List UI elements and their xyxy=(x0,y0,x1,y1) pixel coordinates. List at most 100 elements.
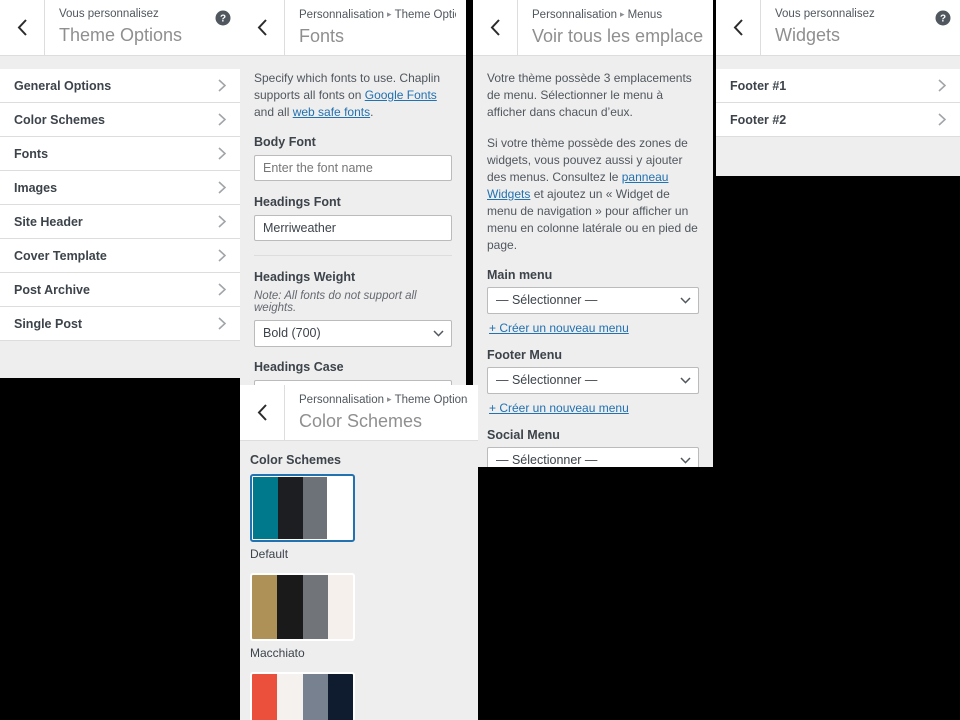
panel-theme-options: Vous personnalisez Theme Options ? Gener… xyxy=(0,0,240,378)
headings-weight-value: Bold (700) xyxy=(254,320,452,347)
panel-body: Footer #1 Footer #2 xyxy=(716,56,960,176)
desc-text-3: . xyxy=(370,105,374,119)
sidebar-item-general-options[interactable]: General Options xyxy=(0,69,240,103)
breadcrumb-root: Personnalisation xyxy=(299,9,385,21)
svg-text:?: ? xyxy=(940,14,946,25)
panel-body: General Options Color Schemes Fonts Imag… xyxy=(0,56,240,378)
section-widget-areas: Footer #1 Footer #2 xyxy=(716,56,960,137)
help-button[interactable]: ? xyxy=(926,0,960,55)
breadcrumb-root: Personnalisation xyxy=(532,9,618,21)
create-footer-menu-link[interactable]: + Créer un nouveau menu xyxy=(489,401,629,415)
panel-header-text: Vous personnalisez Theme Options xyxy=(45,0,206,55)
color-swatch[interactable] xyxy=(250,672,355,720)
panel-fonts: Personnalisation▸Theme Options Fonts Spe… xyxy=(240,0,466,390)
sidebar-item-color-schemes[interactable]: Color Schemes xyxy=(0,103,240,137)
footer-menu-select[interactable]: — Sélectionner — xyxy=(487,367,699,394)
sidebar-item-footer-2[interactable]: Footer #2 xyxy=(716,103,960,137)
panel-widgets: Vous personnalisez Widgets ? Footer #1 F… xyxy=(716,0,960,176)
nav-row-label: Single Post xyxy=(14,316,83,331)
web-safe-fonts-link[interactable]: web safe fonts xyxy=(293,105,370,119)
google-fonts-link[interactable]: Google Fonts xyxy=(365,88,437,102)
breadcrumb-parent: Theme Options xyxy=(394,394,468,406)
color-swatch[interactable] xyxy=(250,474,355,542)
chevron-left-icon xyxy=(257,19,267,36)
chevron-right-icon xyxy=(938,79,946,92)
panel-body: Color Schemes Default Macchiato xyxy=(240,441,478,720)
swatch-band-1 xyxy=(252,575,278,639)
sidebar-item-images[interactable]: Images xyxy=(0,171,240,205)
breadcrumb-parent: Menus xyxy=(627,9,663,21)
back-button[interactable] xyxy=(240,385,285,440)
headings-weight-label: Headings Weight xyxy=(254,270,356,284)
breadcrumb: Vous personnalisez xyxy=(775,7,916,22)
sidebar-item-site-header[interactable]: Site Header xyxy=(0,205,240,239)
panel-body: Specify which fonts to use. Chaplin supp… xyxy=(240,56,466,390)
breadcrumb: Vous personnalisez xyxy=(59,7,196,22)
social-menu-select[interactable]: — Sélectionner — xyxy=(487,447,699,467)
breadcrumb-separator-icon: ▸ xyxy=(387,9,392,19)
main-menu-label: Main menu xyxy=(487,268,553,282)
swatch-band-4 xyxy=(327,575,353,639)
headings-case-label: Headings Case xyxy=(254,360,344,374)
panel-color-schemes: Personnalisation ▸ Theme Options Color Sch… xyxy=(240,385,478,720)
menus-description-1: Votre thème possède 3 emplacements de me… xyxy=(487,71,692,119)
panel-header-text: Personnalisation ▸ Theme Options Color Sch… xyxy=(285,385,478,440)
color-scheme-name: Macchiato xyxy=(250,646,305,660)
body-font-input[interactable] xyxy=(254,155,452,181)
swatch-band-2 xyxy=(277,575,303,639)
chevron-left-icon xyxy=(17,19,27,36)
help-circle-icon: ? xyxy=(935,10,951,26)
swatch-band-2 xyxy=(277,477,303,539)
back-button[interactable] xyxy=(473,0,518,55)
color-scheme-option-naxos[interactable]: Naxos xyxy=(250,672,355,720)
help-circle-icon: ? xyxy=(215,10,231,26)
back-button[interactable] xyxy=(716,0,761,55)
chevron-right-icon xyxy=(218,317,226,330)
chevron-right-icon xyxy=(218,181,226,194)
nav-row-label: Footer #2 xyxy=(730,112,787,127)
main-menu-select[interactable]: — Sélectionner — xyxy=(487,287,699,314)
sidebar-item-single-post[interactable]: Single Post xyxy=(0,307,240,341)
social-menu-value: — Sélectionner — xyxy=(487,447,699,467)
color-scheme-option-macchiato[interactable]: Macchiato xyxy=(250,573,355,660)
back-button[interactable] xyxy=(0,0,45,55)
chevron-left-icon xyxy=(257,404,267,421)
headings-weight-note: Note: All fonts do not support all weigh… xyxy=(254,290,417,314)
color-swatch[interactable] xyxy=(250,573,355,641)
headings-font-label: Headings Font xyxy=(254,195,341,209)
section-nav-list: General Options Color Schemes Fonts Imag… xyxy=(0,56,240,341)
swatch-band-2 xyxy=(277,674,303,720)
social-menu-label: Social Menu xyxy=(487,428,560,442)
color-scheme-option-default[interactable]: Default xyxy=(250,474,355,561)
panel-menus: Personnalisation ▸ Menus Voir tous les emp… xyxy=(473,0,713,467)
page-title: Theme Options xyxy=(59,25,183,45)
headings-font-input[interactable] xyxy=(254,215,452,241)
sidebar-item-post-archive[interactable]: Post Archive xyxy=(0,273,240,307)
nav-row-label: Site Header xyxy=(14,214,83,229)
page-title: Fonts xyxy=(299,26,345,46)
nav-row-label: Cover Template xyxy=(14,248,107,263)
breadcrumb-prefix: Vous personnalisez xyxy=(59,8,159,20)
svg-text:?: ? xyxy=(220,14,226,25)
page-title: Widgets xyxy=(775,25,841,45)
swatch-band-4 xyxy=(327,477,352,539)
headings-weight-select[interactable]: Bold (700) xyxy=(254,320,452,347)
help-button[interactable]: ? xyxy=(206,0,240,55)
menus-description-2: Si votre thème possède des zones de widg… xyxy=(487,135,699,254)
chevron-right-icon xyxy=(218,79,226,92)
chevron-right-icon xyxy=(218,147,226,160)
chevron-right-icon xyxy=(218,249,226,262)
breadcrumb-root: Personnalisation xyxy=(299,394,385,406)
back-button[interactable] xyxy=(240,0,285,55)
panel-body: Votre thème possède 3 emplacements de me… xyxy=(473,56,713,467)
breadcrumb-parent: Theme Options xyxy=(394,9,456,21)
create-main-menu-link[interactable]: + Créer un nouveau menu xyxy=(489,321,629,335)
sidebar-item-fonts[interactable]: Fonts xyxy=(0,137,240,171)
sidebar-item-footer-1[interactable]: Footer #1 xyxy=(716,69,960,103)
swatch-band-1 xyxy=(252,674,278,720)
sidebar-item-cover-template[interactable]: Cover Template xyxy=(0,239,240,273)
swatch-band-3 xyxy=(302,575,328,639)
chevron-right-icon xyxy=(218,215,226,228)
nav-row-label: Fonts xyxy=(14,146,49,161)
swatch-band-4 xyxy=(327,674,353,720)
